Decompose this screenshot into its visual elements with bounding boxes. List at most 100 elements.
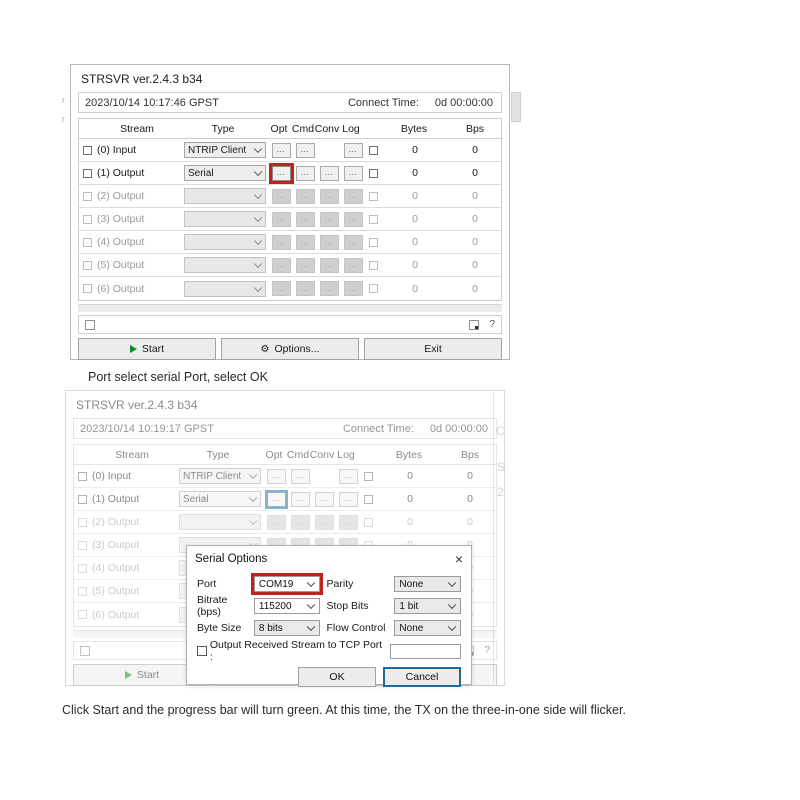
row-conv-button[interactable]: ...	[319, 257, 339, 273]
port-select[interactable]: COM19	[253, 576, 321, 592]
row-opt-button[interactable]: ...	[271, 257, 291, 273]
ok-button[interactable]: OK	[298, 667, 376, 687]
row-enable-checkbox[interactable]	[82, 168, 92, 178]
row-log-button[interactable]: ...	[338, 491, 358, 507]
row-cmd-button[interactable]: ...	[295, 188, 315, 204]
row-type-select[interactable]	[184, 234, 266, 250]
row-cmd-button[interactable]: ...	[295, 142, 315, 158]
row-conv-button[interactable]: ...	[319, 188, 339, 204]
row-type-select[interactable]: Serial	[184, 165, 266, 181]
row-opt-button[interactable]: ...	[271, 281, 291, 296]
row-enable-checkbox[interactable]	[82, 284, 92, 293]
exit-button[interactable]: Exit	[364, 338, 502, 360]
bytesize-select[interactable]: 8 bits	[253, 620, 321, 636]
row-enable-checkbox[interactable]	[82, 214, 92, 224]
row-type-select[interactable]: Serial	[179, 491, 261, 507]
row-opt-button[interactable]: ...	[266, 491, 286, 507]
row-enable-checkbox[interactable]	[77, 610, 87, 619]
serial-options-dialog[interactable]: Serial Options × Port COM19 Parity None …	[186, 545, 472, 687]
row-opt-button[interactable]: ...	[271, 165, 291, 181]
table-row[interactable]: (4) Output............ 0 0	[79, 231, 501, 254]
row-opt-button[interactable]: ...	[271, 211, 291, 227]
resize-grip-icon[interactable]	[469, 319, 480, 330]
table-row[interactable]: (1) Output Serial............ 0 0	[74, 488, 496, 511]
row-opt-button[interactable]: ...	[271, 142, 291, 158]
row-enable-checkbox[interactable]	[77, 540, 87, 550]
options-button[interactable]: ⚙ Options...	[221, 338, 359, 360]
row-type-select[interactable]	[184, 211, 266, 227]
row-enable-checkbox[interactable]	[77, 563, 87, 573]
row-log-checkbox[interactable]	[368, 214, 378, 224]
row-opt-button[interactable]: ...	[271, 188, 291, 204]
message-checkbox[interactable]	[85, 319, 95, 330]
start-button[interactable]: Start	[78, 338, 216, 360]
row-log-checkbox[interactable]	[363, 517, 373, 527]
close-icon[interactable]: ×	[455, 552, 463, 566]
table-row[interactable]: (2) Output............ 0 0	[79, 185, 501, 208]
row-enable-checkbox[interactable]	[77, 517, 87, 527]
row-cmd-button[interactable]: ...	[295, 234, 315, 250]
row-conv-button[interactable]: ...	[319, 165, 339, 181]
row-conv-button[interactable]: ...	[319, 234, 339, 250]
bitrate-select[interactable]: 115200	[253, 598, 321, 614]
row-cmd-button[interactable]: ...	[290, 491, 310, 507]
row-opt-button[interactable]: ...	[266, 514, 286, 530]
row-log-checkbox[interactable]	[368, 168, 378, 178]
row-conv-button[interactable]: ...	[314, 514, 334, 530]
row-log-button[interactable]: ...	[343, 281, 363, 296]
stopbits-select[interactable]: 1 bit	[394, 598, 461, 614]
row-log-button[interactable]: ...	[338, 468, 358, 484]
row-type-select[interactable]	[184, 188, 266, 204]
row-cmd-button[interactable]: ...	[290, 468, 310, 484]
flowcontrol-select[interactable]: None	[394, 620, 461, 636]
row-log-button[interactable]: ...	[338, 514, 358, 530]
row-log-checkbox[interactable]	[363, 471, 373, 481]
row-log-button[interactable]: ...	[343, 142, 363, 158]
row-enable-checkbox[interactable]	[77, 471, 87, 481]
row-log-button[interactable]: ...	[343, 234, 363, 250]
table-row[interactable]: (0) Input NTRIP Client......... 0 0	[74, 465, 496, 488]
row-log-checkbox[interactable]	[368, 260, 378, 270]
row-opt-button[interactable]: ...	[271, 234, 291, 250]
table-row[interactable]: (6) Output............ 0 0	[79, 277, 501, 300]
table-row[interactable]: (0) Input NTRIP Client......... 0 0	[79, 139, 501, 162]
row-conv-button[interactable]: ...	[319, 211, 339, 227]
row-type-select[interactable]	[184, 280, 266, 297]
row-conv-button[interactable]: ...	[314, 491, 334, 507]
row-cmd-button[interactable]: ...	[295, 257, 315, 273]
row-conv-button[interactable]: ...	[319, 281, 339, 296]
cancel-button[interactable]: Cancel	[383, 667, 461, 687]
help-button[interactable]: ?	[489, 319, 495, 330]
row-log-button[interactable]: ...	[343, 165, 363, 181]
row-type-select[interactable]	[179, 514, 261, 530]
row-log-checkbox[interactable]	[368, 284, 378, 293]
row-enable-checkbox[interactable]	[82, 237, 92, 247]
row-enable-checkbox[interactable]	[82, 260, 92, 270]
help-button[interactable]: ?	[484, 645, 490, 656]
strsvr-window-top[interactable]: STRSVR ver.2.4.3 b34 2023/10/14 10:17:46…	[70, 64, 510, 360]
message-checkbox[interactable]	[80, 645, 90, 656]
table-row[interactable]: (1) Output Serial............ 0 0	[79, 162, 501, 185]
table-row[interactable]: (5) Output............ 0 0	[79, 254, 501, 277]
row-type-select[interactable]	[184, 257, 266, 273]
horizontal-scrollbar[interactable]	[78, 304, 502, 312]
row-cmd-button[interactable]: ...	[295, 211, 315, 227]
parity-select[interactable]: None	[394, 576, 461, 592]
row-type-select[interactable]: NTRIP Client	[179, 468, 261, 484]
row-enable-checkbox[interactable]	[77, 494, 87, 504]
row-log-checkbox[interactable]	[368, 191, 378, 201]
row-cmd-button[interactable]: ...	[295, 281, 315, 296]
row-enable-checkbox[interactable]	[82, 191, 92, 201]
row-log-button[interactable]: ...	[343, 188, 363, 204]
output-received-stream-checkbox[interactable]	[197, 646, 207, 656]
row-log-button[interactable]: ...	[343, 211, 363, 227]
row-type-select[interactable]: NTRIP Client	[184, 142, 266, 158]
row-enable-checkbox[interactable]	[77, 586, 87, 596]
table-row[interactable]: (3) Output............ 0 0	[79, 208, 501, 231]
row-log-checkbox[interactable]	[363, 494, 373, 504]
tcp-port-input[interactable]	[390, 643, 461, 659]
row-log-checkbox[interactable]	[368, 145, 378, 155]
row-cmd-button[interactable]: ...	[290, 514, 310, 530]
row-enable-checkbox[interactable]	[82, 145, 92, 155]
row-opt-button[interactable]: ...	[266, 468, 286, 484]
